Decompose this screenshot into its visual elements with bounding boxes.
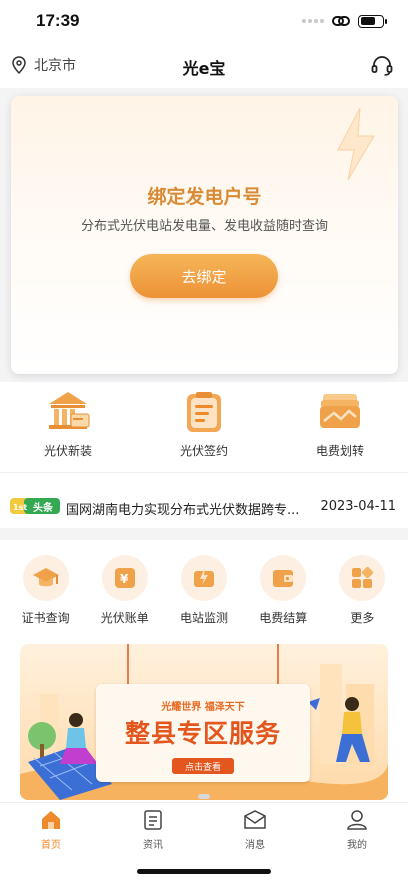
nav-bar: 北京市 光e宝	[0, 44, 408, 88]
carousel-indicator	[198, 794, 210, 799]
home-icon	[42, 811, 60, 829]
service-label: 电站监测	[180, 611, 229, 625]
headline-badge-label: 头条	[33, 503, 53, 514]
bind-subtitle: 分布式光伏电站发电量、发电收益随时查询	[80, 219, 328, 234]
county-service-banner[interactable]: 光耀世界 福泽天下 整县专区服务 点击查看	[20, 644, 388, 800]
power-monitor-icon	[194, 567, 214, 587]
tab-label: 我的	[347, 840, 367, 851]
tab-label: 首页	[41, 840, 61, 851]
status-icons	[302, 14, 387, 28]
customer-service-button[interactable]	[370, 53, 394, 81]
banner-view-button[interactable]: 点击查看	[172, 758, 234, 774]
service-more[interactable]: 更多	[323, 540, 402, 634]
quick-entry-row: 光伏新装 光伏签约 电费划转	[0, 382, 408, 472]
profile-icon	[347, 810, 367, 830]
bank-building-icon	[49, 392, 90, 429]
graduation-cap-icon	[32, 568, 59, 587]
message-icon	[244, 810, 266, 829]
service-label: 证书查询	[21, 611, 70, 625]
service-icon-bg	[22, 555, 69, 601]
home-indicator	[137, 869, 271, 874]
quick-entry-new-install[interactable]: 光伏新装	[0, 382, 136, 472]
quick-entry-transfer[interactable]: 电费划转	[272, 382, 408, 472]
service-icon-bg	[339, 555, 386, 601]
banner-title: 整县专区服务	[124, 719, 281, 748]
bind-account-card: 绑定发电户号 分布式光伏电站发电量、发电收益随时查询 去绑定	[11, 96, 398, 374]
service-station-monitor[interactable]: 电站监测	[164, 540, 243, 634]
service-certificate-query[interactable]: 证书查询	[6, 540, 85, 634]
service-label: 更多	[350, 611, 375, 625]
news-headline[interactable]: 1st 头条 国网湖南电力实现分布式光伏数据跨专... 2023-04-11	[0, 472, 408, 528]
service-label: 电费结算	[259, 611, 308, 625]
tab-profile[interactable]: 我的	[306, 803, 408, 883]
lightning-bolt-icon	[337, 107, 375, 181]
grid-more-icon	[352, 566, 374, 588]
quick-entry-label: 光伏签约	[179, 444, 228, 458]
service-row: 证书查询 ¥ 光伏账单 电站监测 电费结算 更多	[0, 540, 408, 634]
bind-button[interactable]: 去绑定	[130, 254, 278, 298]
tab-label: 资讯	[143, 840, 163, 851]
banner-slogan: 光耀世界 福泽天下	[161, 702, 245, 713]
quick-entry-label: 光伏新装	[43, 444, 92, 458]
quick-entry-label: 电费划转	[315, 444, 364, 458]
service-pv-bill[interactable]: ¥ 光伏账单	[85, 540, 164, 634]
document-clipboard-icon	[187, 392, 221, 432]
status-bar: 17:39	[0, 0, 408, 44]
service-icon-bg	[181, 555, 227, 601]
headset-icon	[371, 56, 393, 76]
status-time: 17:39	[36, 11, 80, 30]
service-label: 光伏账单	[100, 611, 149, 625]
signal-icon	[302, 19, 324, 23]
service-fee-settlement[interactable]: 电费结算	[244, 540, 323, 634]
headline-date: 2023-04-11	[320, 499, 396, 514]
svg-text:1st: 1st	[13, 503, 27, 512]
battery-icon	[358, 14, 387, 28]
bind-area: 绑定发电户号 分布式光伏电站发电量、发电收益随时查询 去绑定	[0, 88, 408, 382]
service-icon-bg: ¥	[101, 555, 148, 601]
tab-home[interactable]: 首页	[0, 803, 102, 883]
banner-section: 光耀世界 福泽天下 整县专区服务 点击查看	[0, 634, 408, 802]
wallet-icon	[273, 570, 294, 587]
svg-text:¥: ¥	[120, 572, 129, 586]
bill-yen-icon: ¥	[114, 568, 135, 588]
wallet-transfer-icon	[320, 394, 360, 428]
banner-board: 光耀世界 福泽天下 整县专区服务 点击查看	[96, 684, 310, 782]
headline-text: 国网湖南电力实现分布式光伏数据跨专...	[66, 503, 300, 518]
service-icon-bg	[260, 555, 307, 601]
page-title: 光e宝	[182, 59, 226, 78]
news-icon	[144, 810, 162, 830]
link-icon	[332, 16, 350, 26]
bind-title: 绑定发电户号	[147, 186, 262, 208]
quick-entry-sign[interactable]: 光伏签约	[136, 382, 272, 472]
tab-label: 消息	[245, 840, 265, 851]
